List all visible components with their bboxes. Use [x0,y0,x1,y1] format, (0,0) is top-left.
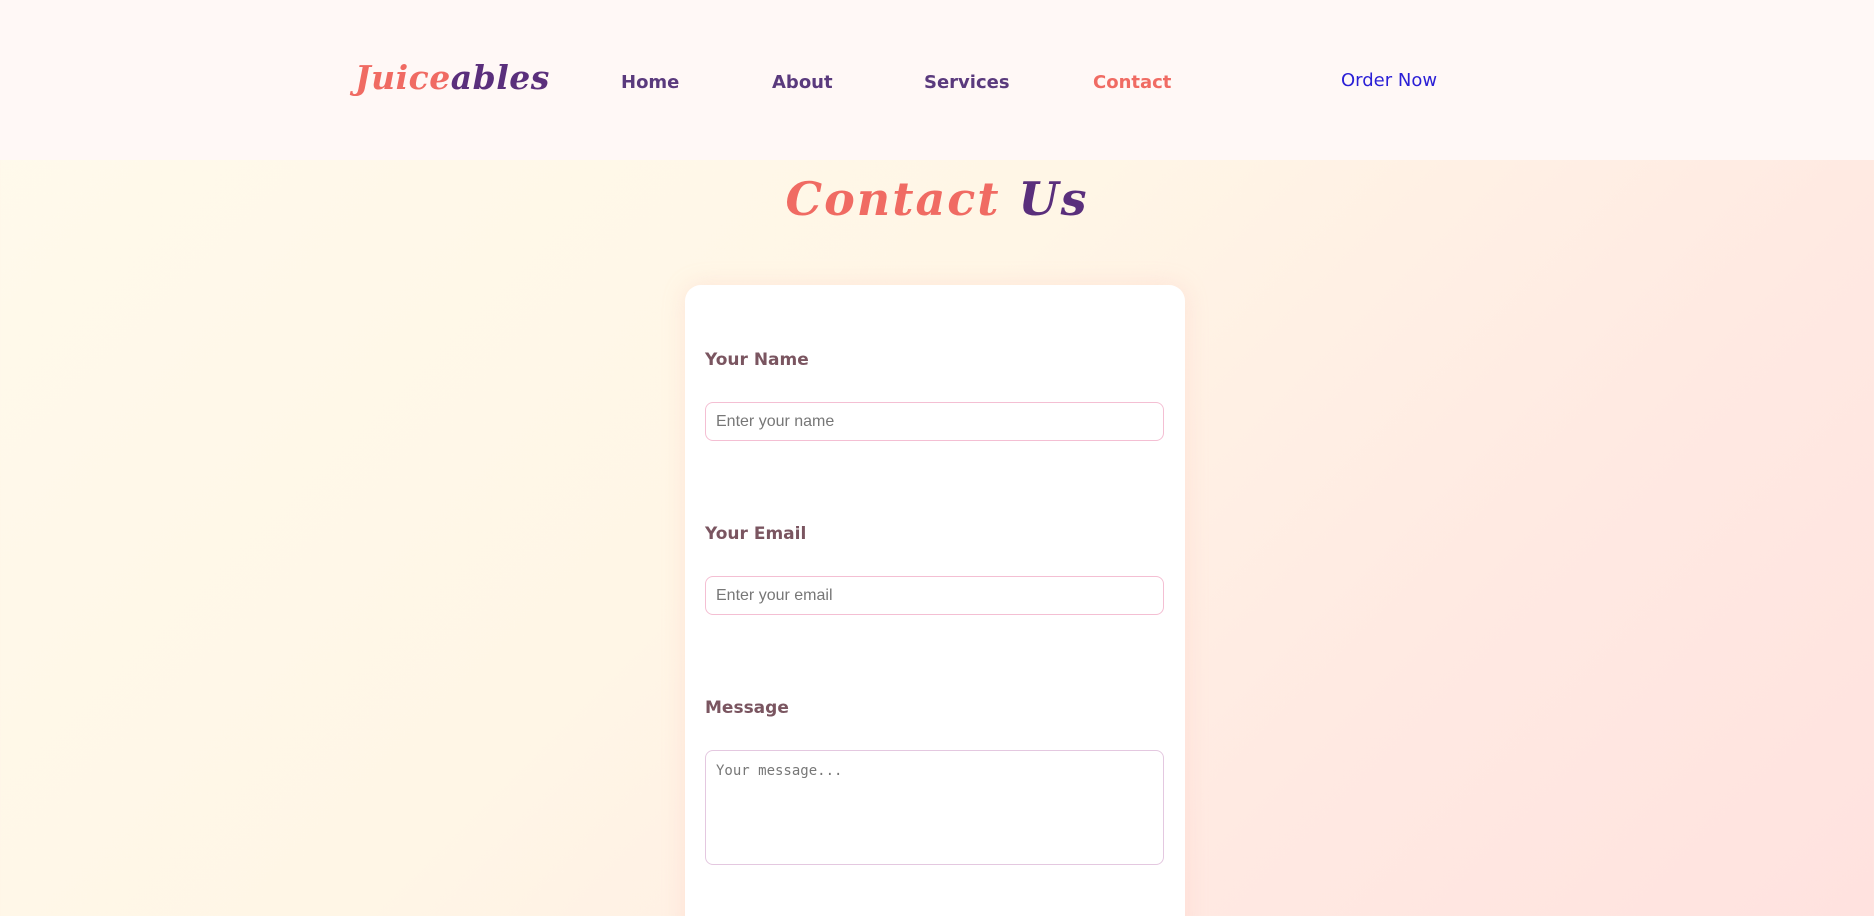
nav-link-about[interactable]: About [772,72,833,93]
message-textarea[interactable] [705,750,1164,865]
page-title: Contact Us [0,172,1874,226]
email-label: Your Email [705,524,807,544]
nav-link-home[interactable]: Home [621,72,679,93]
name-label: Your Name [705,350,809,370]
logo-part-juice: Juice [355,58,451,97]
brand-logo[interactable]: Juiceables [355,58,550,97]
message-label: Message [705,698,789,718]
logo-part-ables: ables [450,58,550,97]
top-navbar: Juiceables Home About Services Contact O… [0,0,1874,160]
nav-link-services[interactable]: Services [924,72,1010,93]
order-now-link[interactable]: Order Now [1341,70,1437,91]
page-title-contact: Contact [785,172,1001,226]
page-title-us: Us [1018,172,1089,226]
name-input[interactable] [705,402,1164,441]
nav-link-contact[interactable]: Contact [1093,72,1171,93]
email-input[interactable] [705,576,1164,615]
